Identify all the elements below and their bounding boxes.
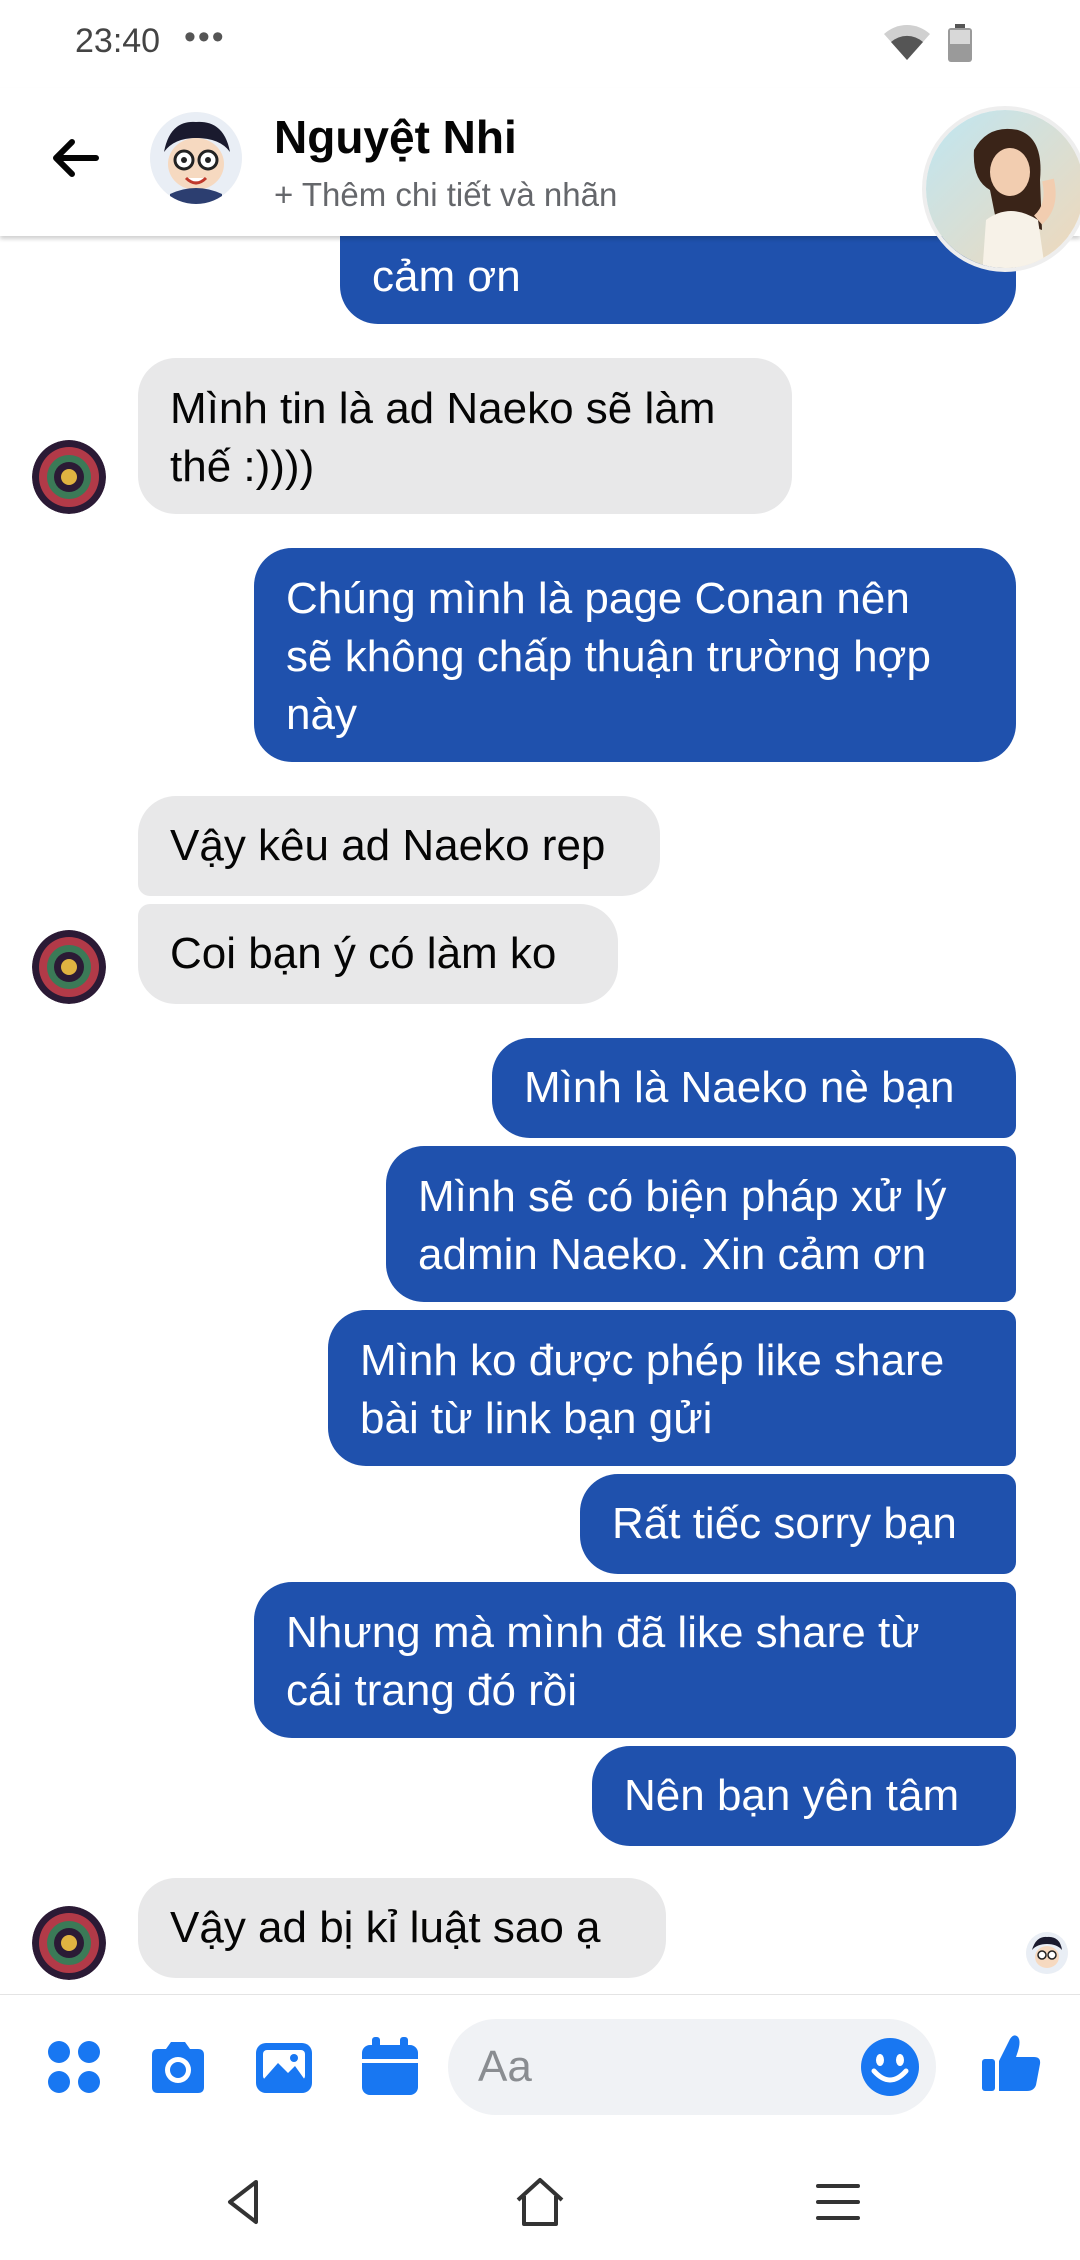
message-bubble-outgoing[interactable]: Nên bạn yên tâm [592,1746,1016,1846]
message-input[interactable] [478,2037,858,2097]
message-bubble-outgoing[interactable]: Nhưng mà mình đã like share từ cái trang… [254,1582,1016,1738]
nav-home-icon[interactable] [508,2170,572,2234]
seen-indicator-avatar [1026,1932,1068,1974]
message-text: Nên bạn yên tâm [624,1771,960,1820]
status-bar: 23:40 ••• [0,0,1080,88]
battery-icon [948,24,972,62]
calendar-icon[interactable] [358,2035,422,2099]
nav-menu-icon[interactable] [806,2170,870,2234]
message-bubble-incoming[interactable]: Vậy kêu ad Naeko rep [138,796,660,896]
message-text: Coi bạn ý có làm ko [170,929,557,978]
emoji-icon[interactable] [858,2035,922,2099]
photo-icon[interactable] [252,2035,316,2099]
camera-icon[interactable] [146,2035,210,2099]
message-bubble-outgoing[interactable]: Rất tiếc sorry bạn [580,1474,1016,1574]
message-input-field[interactable] [448,2019,936,2115]
conversation-header: Nguyệt Nhi + Thêm chi tiết và nhãn [0,88,1080,272]
message-text: sẽ không chấp thuận trường hợp [286,632,931,681]
chat-head-bubble[interactable] [922,106,1080,272]
message-text: này [286,690,357,739]
message-bubble-outgoing[interactable]: Chúng mình là page Conan nên sẽ không ch… [254,548,1016,762]
sender-avatar[interactable] [32,1906,106,1980]
sender-avatar[interactable] [32,440,106,514]
message-composer [0,1994,1080,2144]
contact-name[interactable]: Nguyệt Nhi [274,110,517,164]
message-text: Mình sẽ có biện pháp xử lý [418,1172,947,1221]
nav-back-icon[interactable] [212,2170,276,2234]
message-text: Vậy ad bị kỉ luật sao ạ [170,1903,601,1952]
message-text: Rất tiếc sorry bạn [612,1499,957,1548]
message-bubble-incoming[interactable]: Mình tin là ad Naeko sẽ làm thế :)))) [138,358,792,514]
message-text: Mình tin là ad Naeko sẽ làm [170,384,716,433]
message-text: bài từ link bạn gửi [360,1394,713,1443]
back-arrow-icon[interactable] [48,132,100,184]
message-bubble-outgoing[interactable]: Mình là Naeko nè bạn [492,1038,1016,1138]
thumbs-up-icon[interactable] [980,2031,1044,2095]
add-details-link[interactable]: + Thêm chi tiết và nhãn [274,176,617,214]
message-text: cảm ơn [372,252,521,301]
message-text: Nhưng mà mình đã like share từ [286,1608,920,1657]
message-bubble-outgoing[interactable]: Mình sẽ có biện pháp xử lý admin Naeko. … [386,1146,1016,1302]
message-text: Vậy kêu ad Naeko rep [170,821,606,870]
message-text: admin Naeko. Xin cảm ơn [418,1230,927,1279]
message-text: Mình là Naeko nè bạn [524,1063,955,1112]
message-bubble-incoming[interactable]: Vậy ad bị kỉ luật sao ạ [138,1878,666,1978]
message-text: cái trang đó rồi [286,1666,578,1715]
message-bubble-incoming[interactable]: Coi bạn ý có làm ko [138,904,618,1004]
contact-avatar[interactable] [150,112,242,204]
message-text: thế :)))) [170,442,315,491]
message-text: Chúng mình là page Conan nên [286,574,910,623]
wifi-icon [884,25,930,60]
menu-grid-icon[interactable] [42,2035,106,2099]
status-time: 23:40 [75,22,161,60]
message-text: Mình ko được phép like share [360,1336,945,1385]
sender-avatar[interactable] [32,930,106,1004]
message-bubble-outgoing[interactable]: Mình ko được phép like share bài từ link… [328,1310,1016,1466]
system-navigation-bar [0,2144,1080,2260]
status-more-dots: ••• [184,18,226,56]
